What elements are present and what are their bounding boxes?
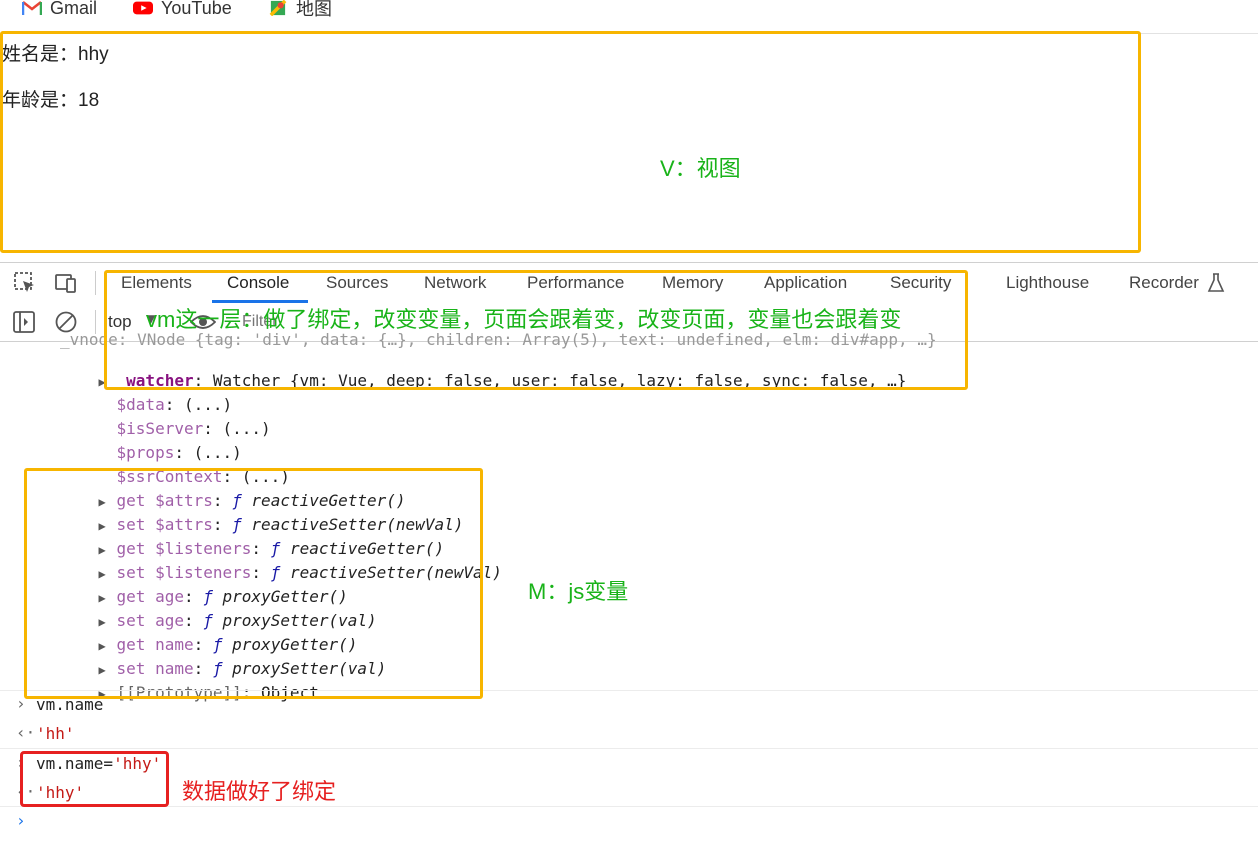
inspect-element-icon[interactable] xyxy=(13,271,37,295)
bookmark-label: Gmail xyxy=(50,0,98,18)
console-prop-row[interactable]: $props: (...) xyxy=(78,424,242,462)
bookmarks-bar: Gmail YouTube 地图 xyxy=(0,0,1258,22)
binding-annotation: 数据做好了绑定 xyxy=(182,779,337,804)
tab-recorder[interactable]: Recorder xyxy=(1129,273,1199,293)
binding-annotation-box xyxy=(20,751,169,807)
vm-annotation: vm这一层：做了绑定，改变变量，页面会跟着变，改变页面，变量也会跟着变 xyxy=(146,307,902,332)
bookmark-gmail[interactable]: Gmail xyxy=(22,0,97,19)
maps-icon xyxy=(269,0,287,16)
flask-icon xyxy=(1207,273,1225,292)
console-prompt-icon[interactable]: › xyxy=(16,811,26,830)
view-annotation-box xyxy=(0,31,1141,253)
model-annotation: M：js变量 xyxy=(528,579,629,604)
bookmark-label: YouTube xyxy=(161,0,232,18)
youtube-icon xyxy=(133,1,153,15)
divider xyxy=(0,806,1258,807)
bookmark-maps[interactable]: 地图 xyxy=(268,0,332,19)
console-prop-row[interactable]: $isServer: (...) xyxy=(78,400,271,438)
console-prop-row[interactable]: $ssrContext: (...) xyxy=(78,448,290,486)
divider xyxy=(0,748,1258,749)
sidebar-toggle-icon[interactable] xyxy=(12,310,36,334)
output-return-icon: ‹· xyxy=(16,723,36,742)
view-annotation: V：视图 xyxy=(660,156,741,181)
bookmark-youtube[interactable]: YouTube xyxy=(133,0,232,19)
model-annotation-box xyxy=(24,468,483,699)
device-toolbar-icon[interactable] xyxy=(54,271,78,295)
console-output-line: 'hh' xyxy=(36,724,75,743)
bookmark-label: 地图 xyxy=(296,0,332,19)
toolbar-divider xyxy=(95,271,96,295)
tab-lighthouse[interactable]: Lighthouse xyxy=(1006,273,1089,293)
gmail-icon xyxy=(22,1,42,15)
